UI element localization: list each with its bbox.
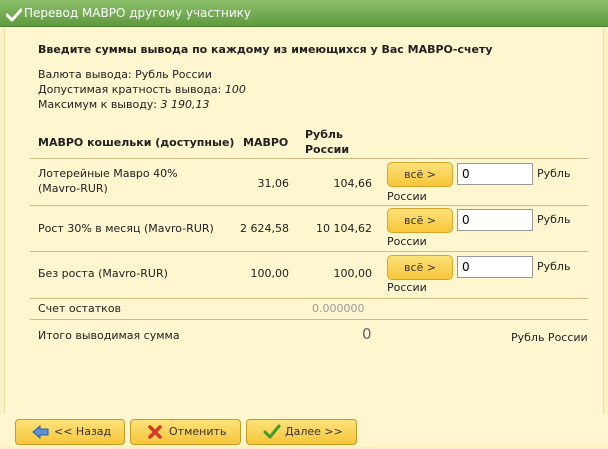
currency-label: России (387, 281, 427, 294)
divider (30, 158, 588, 159)
mavro-amount: 31,06 (257, 177, 290, 190)
divider (30, 205, 588, 206)
multiplicity-label: Допустимая кратность вывода: (38, 83, 222, 96)
maximum-line: Максимум к выводу: 3 190,13 (38, 98, 210, 111)
balance-label: Счет остатков (38, 302, 122, 315)
total-currency: Рубль России (511, 331, 588, 344)
arrow-left-icon (32, 424, 50, 449)
next-button[interactable]: Далее >> (246, 419, 357, 445)
currency-label: Валюта вывода: Рубль России (38, 68, 212, 81)
amount-input[interactable] (457, 256, 533, 278)
wallet-name: Рост 30% в месяц (Mavro-RUR) (38, 222, 214, 235)
header-wallets: МАВРО кошельки (доступные) (38, 136, 235, 149)
header-rub-line2: России (305, 143, 350, 156)
rub-amount: 100,00 (333, 267, 373, 280)
form-heading: Введите суммы вывода по каждому из имеющ… (38, 43, 493, 56)
back-button[interactable]: << Назад (15, 419, 125, 445)
maximum-label: Максимум к выводу: (38, 98, 158, 111)
multiplicity-line: Допустимая кратность вывода: 100 (38, 83, 246, 96)
all-button[interactable]: всё > (387, 255, 453, 280)
total-value: 0 (362, 325, 372, 343)
mavro-amount: 2 624,58 (240, 222, 289, 235)
window-titlebar: Перевод МАВРО другому участнику (0, 0, 608, 27)
all-button[interactable]: всё > (387, 162, 453, 187)
divider (30, 298, 588, 299)
red-x-icon (147, 424, 163, 449)
next-button-label: Далее >> (285, 425, 343, 438)
currency-label: Рубль (537, 260, 571, 273)
amount-input[interactable] (457, 209, 533, 231)
cancel-button-label: Отменить (169, 425, 227, 438)
multiplicity-value: 100 (224, 83, 246, 96)
checkmark-icon (263, 424, 281, 449)
maximum-value: 3 190,13 (160, 98, 210, 111)
total-label: Итого выводимая сумма (38, 329, 180, 342)
currency-label: России (387, 190, 427, 203)
rub-amount: 104,66 (333, 177, 373, 190)
header-mavro: МАВРО (243, 136, 289, 149)
wallet-name: Без роста (Mavro-RUR) (38, 267, 168, 280)
cancel-button[interactable]: Отменить (130, 419, 241, 445)
amount-input[interactable] (457, 163, 533, 185)
window-title: Перевод МАВРО другому участнику (24, 6, 251, 20)
currency-label: Рубль (537, 213, 571, 226)
wallet-type: (Mavro-RUR) (38, 182, 108, 195)
balance-value: 0.000000 (312, 302, 365, 315)
wallet-name: Лотерейные Мавро 40% (38, 167, 178, 180)
all-button[interactable]: всё > (387, 208, 453, 233)
currency-label: России (387, 235, 427, 248)
back-button-label: << Назад (54, 425, 112, 438)
currency-label: Рубль (537, 167, 571, 180)
divider (30, 251, 588, 252)
rub-amount: 10 104,62 (316, 222, 372, 235)
divider (30, 319, 588, 320)
header-rub-line1: Рубль (305, 128, 343, 141)
mavro-amount: 100,00 (250, 267, 290, 280)
